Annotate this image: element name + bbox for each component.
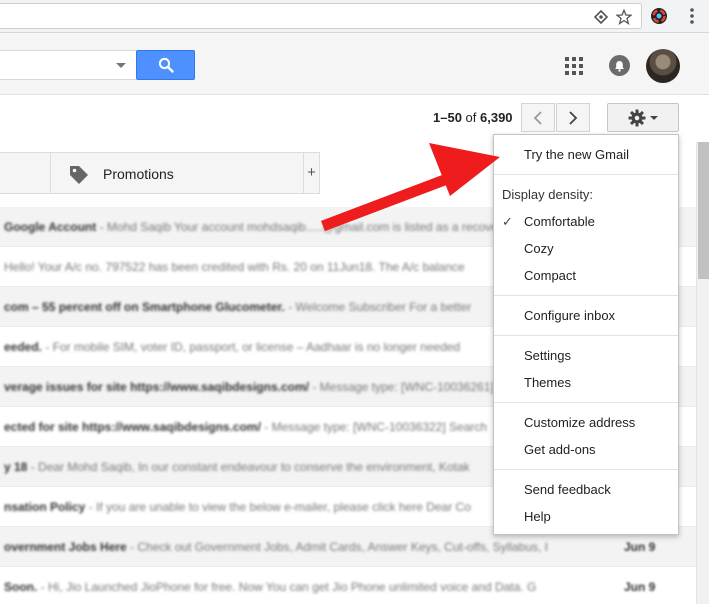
tab-promotions-label: Promotions <box>103 166 174 182</box>
display-density-label: Display density: <box>502 187 594 202</box>
menu-item-help[interactable]: Help <box>524 509 551 524</box>
chevron-left-icon <box>533 110 542 125</box>
category-tabs: Promotions + <box>0 152 320 194</box>
menu-item-comfortable[interactable]: Comfortable <box>524 214 595 229</box>
menu-item-get-addons[interactable]: Get add-ons <box>524 442 596 457</box>
avatar[interactable] <box>646 49 680 83</box>
settings-menu: Try the new Gmail Display density: ✓ Com… <box>493 134 679 535</box>
newer-button[interactable] <box>521 103 555 132</box>
email-text: com – 55 percent off on Smartphone Gluco… <box>4 300 471 314</box>
email-subject: nsation Policy <box>4 500 86 514</box>
email-subject: verage issues for site https://www.saqib… <box>4 380 309 394</box>
email-snippet: - Mohd Saqib Your account mohdsaqib.....… <box>96 220 508 234</box>
menu-divider <box>494 174 678 175</box>
menu-divider <box>494 469 678 470</box>
email-subject: y 18 <box>4 460 28 474</box>
email-date: Jun 9 <box>624 540 656 554</box>
email-snippet: - Message type: [WNC-10036322] Search <box>260 420 488 434</box>
menu-item-settings[interactable]: Settings <box>524 348 571 363</box>
pager-of: of <box>461 110 480 125</box>
email-subject: Google Account <box>4 220 97 234</box>
email-snippet: - Message type: [WNC-10036261] <box>308 380 494 394</box>
email-text: y 18 - Dear Mohd Saqib, In our constant … <box>4 460 470 474</box>
checkmark-icon: ✓ <box>502 214 513 229</box>
screen: 1–50 of 6,390 Promotions + Google Accoun… <box>0 0 709 604</box>
search-icon <box>158 57 174 73</box>
menu-item-cozy[interactable]: Cozy <box>524 241 554 256</box>
add-tab-button[interactable]: + <box>303 152 320 194</box>
menu-divider <box>494 402 678 403</box>
email-snippet: - Welcome Subscriber For a better <box>284 300 472 314</box>
email-snippet: Hello! Your A/c no. 797522 has been cred… <box>4 260 465 274</box>
apps-grid-icon[interactable] <box>565 57 583 75</box>
tag-icon <box>68 164 90 191</box>
search-options-caret-icon[interactable] <box>116 63 126 68</box>
email-snippet: - For mobile SIM, voter ID, passport, or… <box>42 340 461 354</box>
scrollbar-thumb[interactable] <box>698 142 709 279</box>
chevron-down-icon <box>650 115 658 120</box>
email-text: ected for site https://www.saqibdesigns.… <box>4 420 487 434</box>
search-button[interactable] <box>136 50 195 80</box>
chevron-right-icon <box>569 110 578 125</box>
menu-divider <box>494 295 678 296</box>
notifications-icon[interactable] <box>609 55 630 76</box>
email-text: eeded. - For mobile SIM, voter ID, passp… <box>4 340 460 354</box>
password-key-icon[interactable] <box>593 9 609 25</box>
menu-item-configure-inbox[interactable]: Configure inbox <box>524 308 615 323</box>
menu-item-try-new-gmail[interactable]: Try the new Gmail <box>524 147 629 162</box>
email-text: overnment Jobs Here - Check out Governme… <box>4 540 548 554</box>
browser-toolbar <box>0 0 709 33</box>
chrome-profile-icon[interactable] <box>649 6 669 26</box>
more-vert-icon[interactable] <box>682 6 702 26</box>
email-subject: overnment Jobs Here <box>4 540 127 554</box>
pager-range: 1–50 <box>433 110 462 125</box>
menu-item-themes[interactable]: Themes <box>524 375 571 390</box>
email-row[interactable]: Soon. - Hi, Jio Launched JioPhone for fr… <box>0 567 696 604</box>
email-subject: Soon. <box>4 580 38 594</box>
tab-promotions[interactable]: Promotions <box>50 152 304 194</box>
menu-divider <box>494 335 678 336</box>
address-bar[interactable] <box>0 3 642 29</box>
email-subject: ected for site https://www.saqibdesigns.… <box>4 420 261 434</box>
email-text: Hello! Your A/c no. 797522 has been cred… <box>4 260 465 274</box>
email-text: Soon. - Hi, Jio Launched JioPhone for fr… <box>4 580 536 594</box>
star-icon[interactable] <box>616 9 632 25</box>
email-snippet: - Dear Mohd Saqib, In our constant endea… <box>27 460 470 474</box>
settings-gear-button[interactable] <box>607 103 679 132</box>
email-snippet: - Hi, Jio Launched JioPhone for free. No… <box>37 580 537 594</box>
menu-item-compact[interactable]: Compact <box>524 268 576 283</box>
email-text: Google Account - Mohd Saqib Your account… <box>4 220 508 234</box>
menu-item-customize-address[interactable]: Customize address <box>524 415 635 430</box>
email-snippet: - Check out Government Jobs, Admit Cards… <box>126 540 549 554</box>
email-text: verage issues for site https://www.saqib… <box>4 380 494 394</box>
email-date: Jun 9 <box>624 580 656 594</box>
email-subject: com – 55 percent off on Smartphone Gluco… <box>4 300 285 314</box>
pagination-info: 1–50 of 6,390 <box>433 110 513 125</box>
tab-primary[interactable] <box>0 152 51 194</box>
gear-icon <box>628 109 646 126</box>
menu-item-send-feedback[interactable]: Send feedback <box>524 482 611 497</box>
email-text: nsation Policy - If you are unable to vi… <box>4 500 471 514</box>
pager-total: 6,390 <box>480 110 513 125</box>
gmail-header <box>0 33 709 95</box>
older-button[interactable] <box>556 103 590 132</box>
email-subject: eeded. <box>4 340 43 354</box>
email-snippet: - If you are unable to view the below e-… <box>85 500 471 514</box>
